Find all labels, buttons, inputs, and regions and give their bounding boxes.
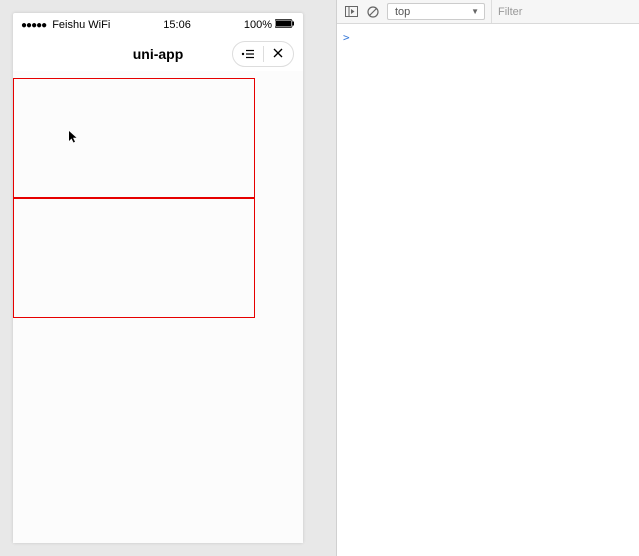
filter-input[interactable] bbox=[498, 6, 633, 18]
devtools-panel: top ▼ > bbox=[336, 0, 639, 556]
carrier-label: Feishu WiFi bbox=[52, 19, 110, 31]
capsule-menu-button[interactable] bbox=[233, 42, 263, 66]
status-bar: ●●●●● Feishu WiFi 15:06 100% bbox=[13, 13, 303, 37]
signal-strength: ●●●●● bbox=[21, 20, 46, 31]
context-selector[interactable]: top ▼ bbox=[387, 3, 485, 20]
battery-icon bbox=[275, 19, 295, 31]
device-frame: ●●●●● Feishu WiFi 15:06 100% uni-app bbox=[13, 13, 303, 543]
close-icon bbox=[272, 46, 284, 62]
battery-percent: 100% bbox=[244, 19, 272, 31]
content-box-2 bbox=[13, 198, 255, 318]
console-prompt: > bbox=[343, 31, 350, 44]
clock: 15:06 bbox=[163, 19, 191, 31]
clear-console-button[interactable] bbox=[365, 4, 381, 20]
context-selector-value: top bbox=[395, 6, 410, 18]
console-toolbar: top ▼ bbox=[337, 0, 639, 24]
toggle-sidebar-button[interactable] bbox=[343, 4, 359, 20]
chevron-down-icon: ▼ bbox=[471, 7, 479, 16]
page-content[interactable] bbox=[13, 71, 303, 543]
menu-icon bbox=[241, 46, 255, 62]
capsule-close-button[interactable] bbox=[264, 42, 294, 66]
capsule-group bbox=[232, 41, 294, 67]
page-title: uni-app bbox=[133, 46, 184, 62]
filter-wrap bbox=[491, 0, 633, 23]
content-box-1 bbox=[13, 78, 255, 198]
navigation-bar: uni-app bbox=[13, 37, 303, 71]
console-output[interactable]: > bbox=[337, 24, 639, 556]
simulator-panel: ●●●●● Feishu WiFi 15:06 100% uni-app bbox=[0, 0, 336, 556]
